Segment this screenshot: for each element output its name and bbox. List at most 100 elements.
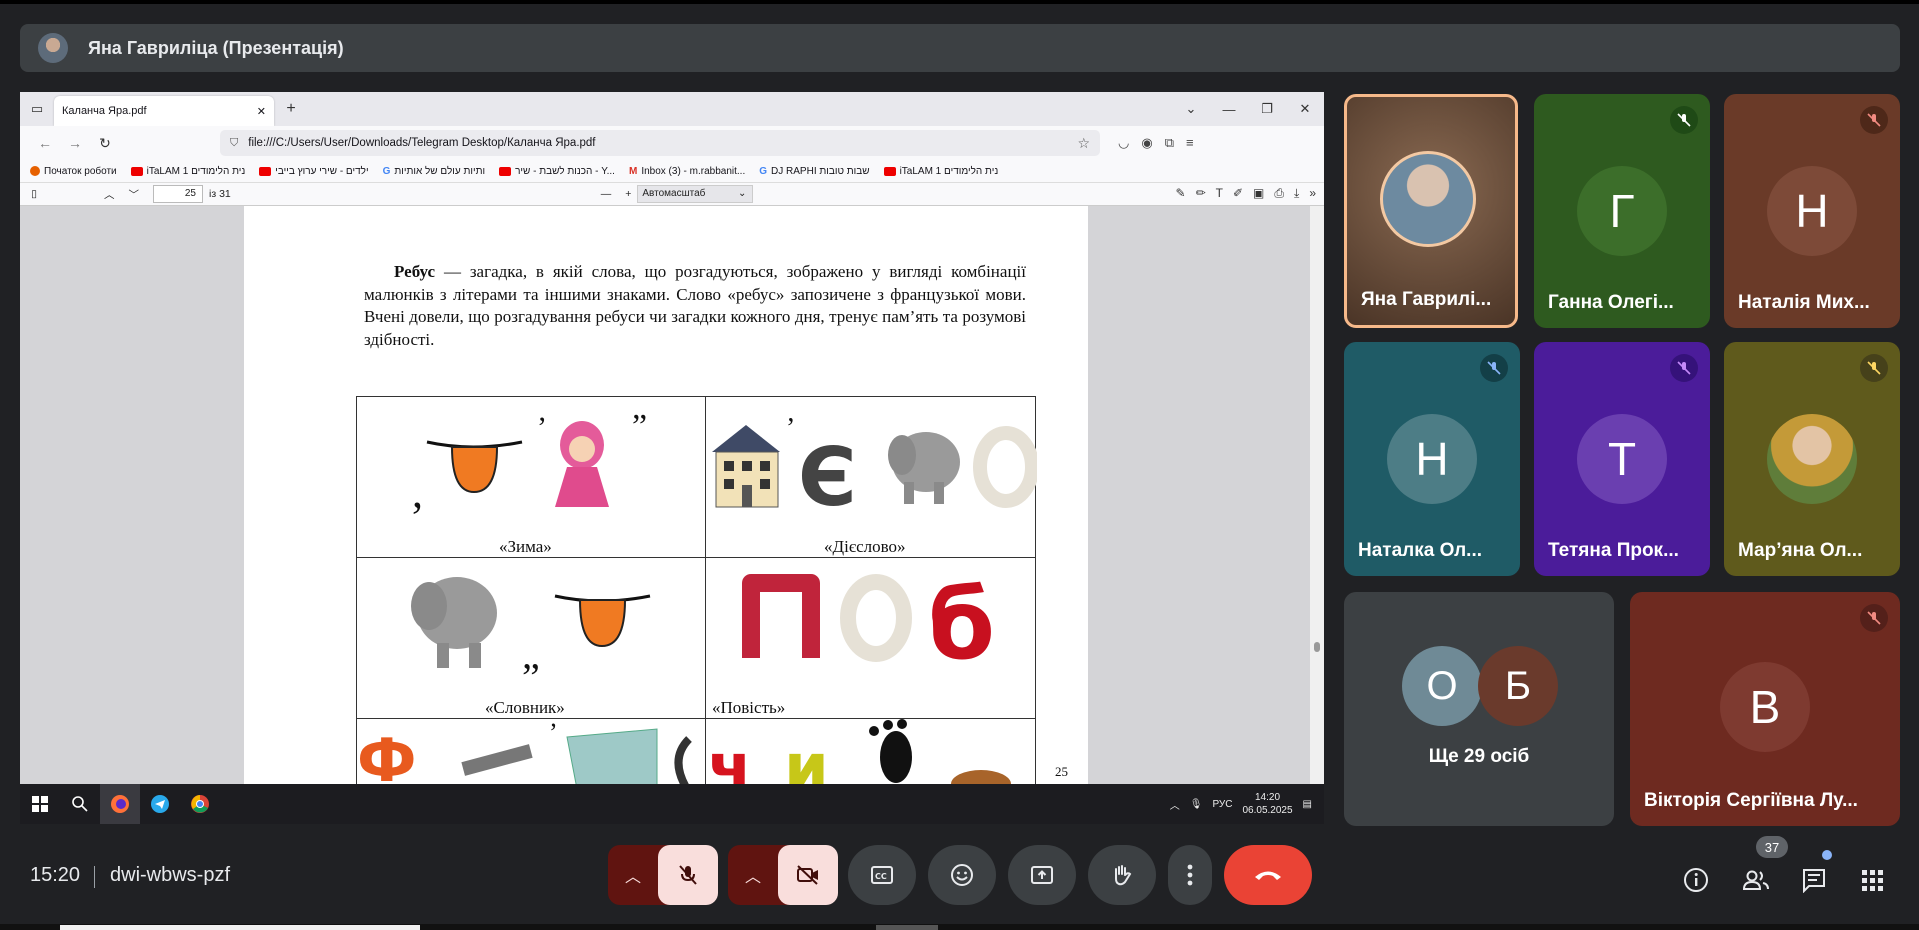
rebus-paragraph: Ребус — загадка, в якій слова, що розгад… xyxy=(364,262,1026,349)
save-icon[interactable]: ⤓ xyxy=(1294,186,1299,201)
mic-icon[interactable]: 🎙 xyxy=(1190,799,1203,810)
close-window-icon[interactable]: ✕ xyxy=(1286,101,1324,117)
raise-hand-button[interactable] xyxy=(1088,845,1156,905)
bookmark-item[interactable]: הכנות לשבת - שיר - Y... xyxy=(499,166,615,177)
svg-text:’: ’ xyxy=(786,413,795,444)
tab-dropdown-icon[interactable]: ⌄ xyxy=(1172,101,1210,117)
google-icon: G xyxy=(382,165,391,177)
pdf-viewer[interactable]: Ребус — загадка, в якій слова, що розгад… xyxy=(20,206,1324,784)
others-initial: О xyxy=(1402,646,1482,726)
svg-text:”: ” xyxy=(632,408,647,445)
url-bar[interactable]: ⛉ file:///C:/Users/User/Downloads/Telegr… xyxy=(220,130,1100,156)
next-page-icon[interactable]: ﹀ xyxy=(129,187,140,202)
chat-button[interactable] xyxy=(1794,862,1834,898)
bookmark-item[interactable]: ילדים - שירי ערוץ בייבי xyxy=(259,166,369,177)
rebus-cell: ч и xyxy=(705,718,1036,784)
zoom-select[interactable]: Автомасштаб ⌄ xyxy=(637,185,754,203)
more-options-button[interactable] xyxy=(1168,845,1212,905)
rebus-picture: ч и xyxy=(708,719,1011,784)
browser-nav-bar: ← → ↻ ⛉ file:///C:/Users/User/Downloads/… xyxy=(20,126,1324,160)
notification-icon[interactable]: ▤ xyxy=(1303,799,1312,810)
edit-icon[interactable]: ✎ xyxy=(1176,186,1186,201)
print-icon[interactable]: ⎙ xyxy=(1274,186,1284,201)
participant-tile[interactable]: Мар’яна Ол... xyxy=(1724,342,1900,576)
participant-tile[interactable]: Т Тетяна Прок... xyxy=(1534,342,1710,576)
chrome-icon[interactable] xyxy=(180,784,220,824)
people-count-badge: 37 xyxy=(1756,836,1788,858)
draw-icon[interactable]: ✐ xyxy=(1233,186,1243,201)
rebus-cell: , ’ ” «Зима» xyxy=(356,396,706,558)
rebus-picture: Ф ’ xyxy=(357,718,693,784)
pdf-scrollbar[interactable] xyxy=(1310,206,1324,784)
language-indicator[interactable]: РУС xyxy=(1212,799,1232,810)
browser-tab[interactable]: Каланча Яра.pdf ✕ xyxy=(54,96,274,126)
minimize-icon[interactable]: — xyxy=(1210,102,1248,117)
pocket-icon[interactable]: ◡ xyxy=(1118,135,1129,151)
present-button[interactable] xyxy=(1008,845,1076,905)
others-tile[interactable]: О Б Ще 29 осіб xyxy=(1344,592,1614,826)
url-text: file:///C:/Users/User/Downloads/Telegram… xyxy=(248,137,596,149)
people-button[interactable] xyxy=(1736,862,1776,898)
bookmark-item[interactable]: Початок роботи xyxy=(30,166,117,177)
scroll-thumb[interactable] xyxy=(1314,642,1320,652)
rebus-picture: , ’ ” xyxy=(412,408,647,517)
participant-tile[interactable]: Н Наталка Ол... xyxy=(1344,342,1520,576)
participant-tile[interactable]: Н Наталія Мих... xyxy=(1724,94,1900,328)
account-icon[interactable]: ◉ xyxy=(1141,135,1152,151)
participant-tile[interactable]: В Вікторія Сергіївна Лу... xyxy=(1630,592,1900,826)
extensions-icon[interactable]: ⧉ xyxy=(1165,135,1174,151)
bottom-strip xyxy=(0,924,1919,930)
taskbar-clock[interactable]: 14:20 06.05.2025 xyxy=(1242,791,1292,817)
zoom-in-icon[interactable]: + xyxy=(625,188,631,200)
new-tab-button[interactable]: + xyxy=(274,100,308,118)
chevron-up-icon[interactable]: ︿ xyxy=(1170,797,1180,812)
close-tab-icon[interactable]: ✕ xyxy=(257,105,266,118)
bookmark-item[interactable]: iTaLAM 1 נית הלימודים xyxy=(130,166,245,177)
prev-page-icon[interactable]: ︿ xyxy=(104,187,115,202)
presenter-bar[interactable]: Яна Гавриліца (Презентація) xyxy=(20,24,1900,72)
bookmark-item[interactable]: iTaLAM 1 נית הלימודים xyxy=(883,166,998,177)
page-number-input[interactable]: 25 xyxy=(153,185,203,203)
youtube-icon xyxy=(259,166,272,176)
forward-icon[interactable]: → xyxy=(60,135,90,151)
sidebar-toggle-icon[interactable]: ▯ xyxy=(20,188,48,200)
leave-call-button[interactable] xyxy=(1224,845,1312,905)
more-tools-icon[interactable]: » xyxy=(1309,186,1316,201)
image-icon[interactable]: ▣ xyxy=(1253,186,1264,201)
telegram-icon[interactable] xyxy=(140,784,180,824)
captions-button[interactable]: CC xyxy=(848,845,916,905)
muted-mic-icon xyxy=(1860,604,1888,632)
menu-icon[interactable]: ≡ xyxy=(1186,135,1194,151)
back-icon[interactable]: ← xyxy=(30,135,60,151)
text-icon[interactable]: T xyxy=(1216,186,1223,201)
participant-tile-speaking[interactable]: Яна Гаврилі... xyxy=(1344,94,1518,328)
activities-button[interactable] xyxy=(1852,862,1892,898)
present-screen-icon xyxy=(1031,866,1053,884)
microphone-button[interactable] xyxy=(658,845,718,905)
camera-button[interactable] xyxy=(778,845,838,905)
captions-icon: CC xyxy=(871,866,893,884)
toolbar-icons: ◡ ◉ ⧉ ≡ xyxy=(1118,135,1194,151)
start-icon[interactable] xyxy=(20,784,60,824)
highlight-icon[interactable]: ✏ xyxy=(1196,186,1206,201)
reactions-button[interactable] xyxy=(928,845,996,905)
bookmark-item[interactable]: M Inbox (3) - m.rabbanit... xyxy=(629,166,745,177)
participant-name: Ганна Олегі... xyxy=(1548,292,1674,313)
info-icon xyxy=(1684,868,1708,892)
participant-tile[interactable]: Г Ганна Олегі... xyxy=(1534,94,1710,328)
bookmark-item[interactable]: G ותיות עולם של אותיות xyxy=(383,166,486,177)
reload-icon[interactable]: ↻ xyxy=(90,135,120,152)
youtube-icon xyxy=(883,166,896,176)
meeting-info-button[interactable] xyxy=(1676,862,1716,898)
search-icon[interactable] xyxy=(60,784,100,824)
bookmark-item[interactable]: G DJ RAPHI שבות טובות xyxy=(759,166,869,177)
zoom-out-icon[interactable]: — xyxy=(601,188,612,200)
restore-icon[interactable]: ❐ xyxy=(1248,101,1286,117)
shield-icon[interactable]: ⛉ xyxy=(230,137,238,150)
firefox-icon[interactable] xyxy=(100,784,140,824)
participant-name: Мар’яна Ол... xyxy=(1738,540,1863,561)
participant-name: Тетяна Прок... xyxy=(1548,540,1679,561)
bookmark-star-icon[interactable]: ☆ xyxy=(1077,135,1090,152)
tab-list-icon[interactable]: ▭ xyxy=(20,92,54,126)
page-number-label: 25 xyxy=(1055,764,1068,779)
